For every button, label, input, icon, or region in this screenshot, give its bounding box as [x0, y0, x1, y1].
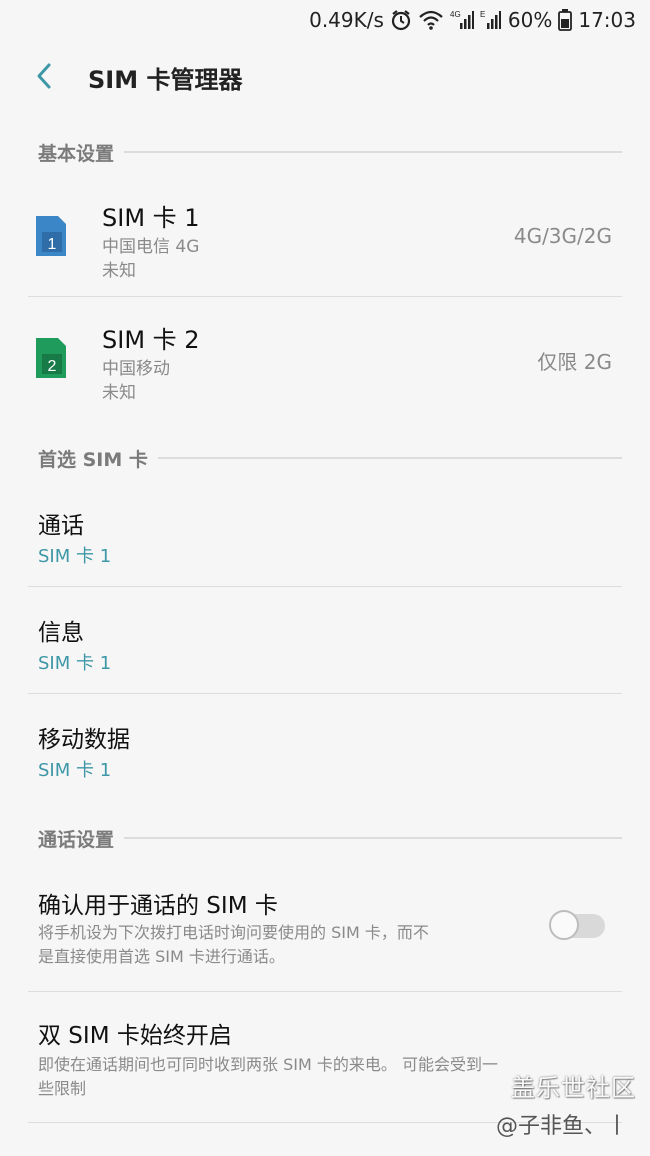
status-bar: 0.49K/s 4G E 60% 17:03	[0, 0, 650, 40]
setting-description-line-2: 是直接使用首选 SIM 卡进行通话。	[38, 947, 285, 966]
preferred-value: SIM 卡 1	[38, 760, 112, 781]
confirm-sim-for-calls-row[interactable]: 确认用于通话的 SIM 卡 将手机设为下次拨打电话时询问要使用的 SIM 卡，而…	[0, 870, 650, 990]
sim-card-title: SIM 卡 2	[102, 326, 200, 354]
setting-description-line-1: 将手机设为下次拨打电话时询问要使用的 SIM 卡，而不	[38, 923, 429, 942]
setting-title: 双 SIM 卡始终开启	[38, 1023, 232, 1049]
preferred-messages-row[interactable]: 信息 SIM 卡 1	[0, 587, 650, 693]
sim-card-manager-screen: 0.49K/s 4G E 60% 17:03 SIM 卡管理器 基本设置 1 S…	[0, 0, 650, 1156]
battery-icon	[558, 9, 573, 31]
status-time: 17:03	[578, 8, 636, 32]
sim-card-1-icon: 1	[36, 216, 66, 256]
section-label: 通话设置	[38, 828, 115, 851]
signal-e-icon: E	[480, 9, 502, 31]
section-label: 首选 SIM 卡	[38, 448, 148, 471]
preferred-mobile-data-row[interactable]: 移动数据 SIM 卡 1	[0, 694, 650, 800]
svg-text:E: E	[480, 10, 485, 19]
section-divider	[157, 457, 622, 459]
section-header-preferred: 首选 SIM 卡	[38, 446, 622, 471]
sim-card-2-row[interactable]: 2 SIM 卡 2 中国移动 未知 仅限 2G	[28, 306, 622, 418]
sim-card-carrier: 中国移动	[102, 359, 170, 379]
page-title: SIM 卡管理器	[88, 66, 243, 94]
sim-card-carrier: 中国电信 4G	[102, 237, 200, 257]
preferred-value: SIM 卡 1	[38, 653, 112, 674]
sim-card-number: 未知	[102, 261, 136, 281]
back-button[interactable]	[24, 56, 64, 96]
toggle-knob	[549, 910, 579, 940]
watermark-author: @子非鱼、丨	[495, 1114, 628, 1139]
section-label: 基本设置	[38, 142, 115, 165]
row-divider	[28, 296, 622, 297]
setting-description-line-2: 些限制	[38, 1079, 87, 1098]
sim-card-1-row[interactable]: 1 SIM 卡 1 中国电信 4G 未知 4G/3G/2G	[28, 184, 622, 296]
preferred-calls-row[interactable]: 通话 SIM 卡 1	[0, 480, 650, 586]
sim-card-2-icon: 2	[36, 338, 66, 378]
section-divider	[124, 837, 622, 839]
signal-4g-icon: 4G	[450, 9, 474, 31]
confirm-sim-toggle[interactable]	[549, 910, 607, 940]
section-header-call-settings: 通话设置	[38, 826, 622, 851]
watermark-community: 盖乐世社区	[511, 1074, 636, 1102]
wifi-icon	[418, 9, 444, 31]
network-speed: 0.49K/s	[309, 8, 384, 32]
sim-card-title: SIM 卡 1	[102, 204, 200, 232]
sim-badge-number: 1	[48, 236, 57, 253]
preferred-title: 移动数据	[38, 727, 130, 753]
preferred-value: SIM 卡 1	[38, 546, 112, 567]
svg-text:4G: 4G	[450, 10, 461, 19]
chevron-left-icon	[37, 63, 51, 89]
preferred-title: 通话	[38, 513, 84, 539]
sim-card-number: 未知	[102, 383, 136, 403]
section-header-basic: 基本设置	[38, 140, 622, 165]
app-bar: SIM 卡管理器	[0, 40, 650, 114]
sim-card-network-mode: 仅限 2G	[537, 350, 612, 374]
battery-percent: 60%	[507, 8, 553, 32]
alarm-icon	[390, 9, 412, 31]
sim-badge-number: 2	[48, 358, 57, 375]
sim-card-network-mode: 4G/3G/2G	[513, 224, 612, 248]
setting-title: 确认用于通话的 SIM 卡	[38, 893, 278, 919]
preferred-title: 信息	[38, 620, 84, 646]
section-divider	[124, 151, 622, 153]
